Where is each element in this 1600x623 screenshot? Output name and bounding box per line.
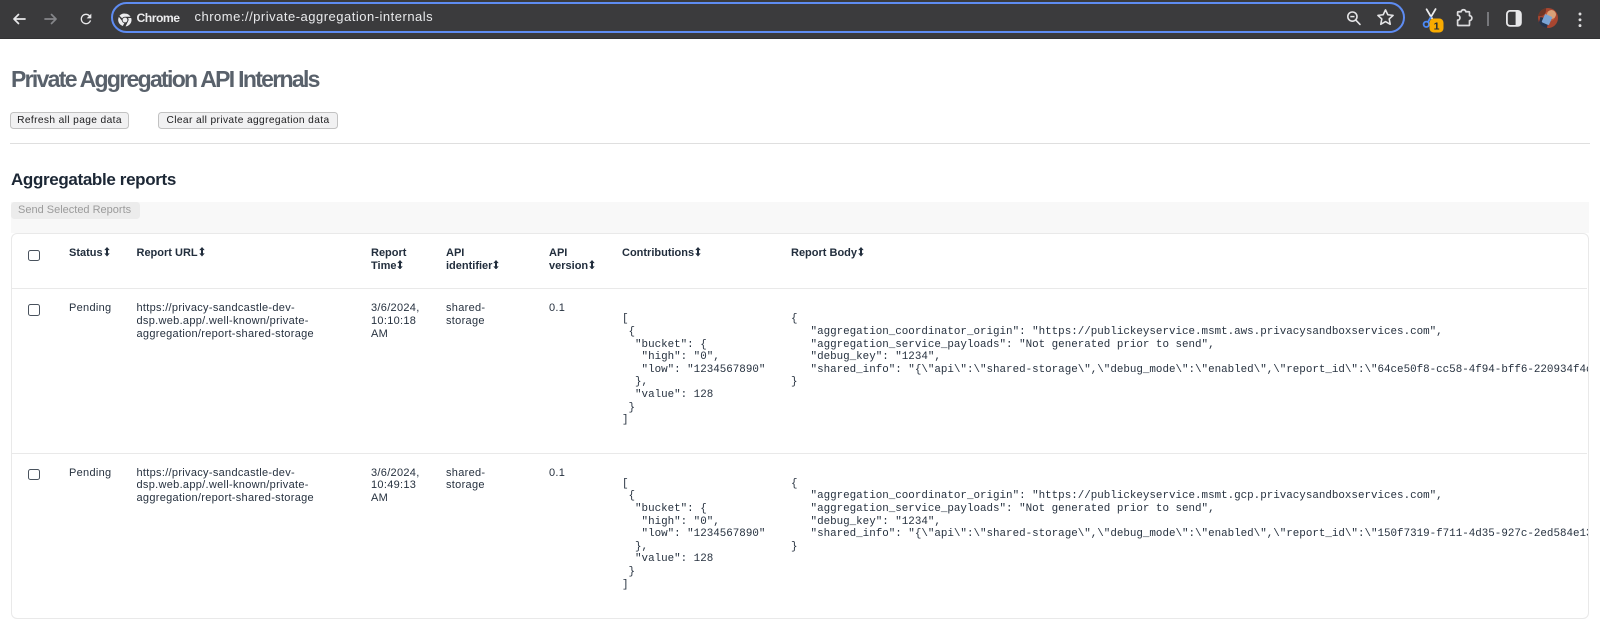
svg-text:1: 1	[1434, 20, 1440, 32]
